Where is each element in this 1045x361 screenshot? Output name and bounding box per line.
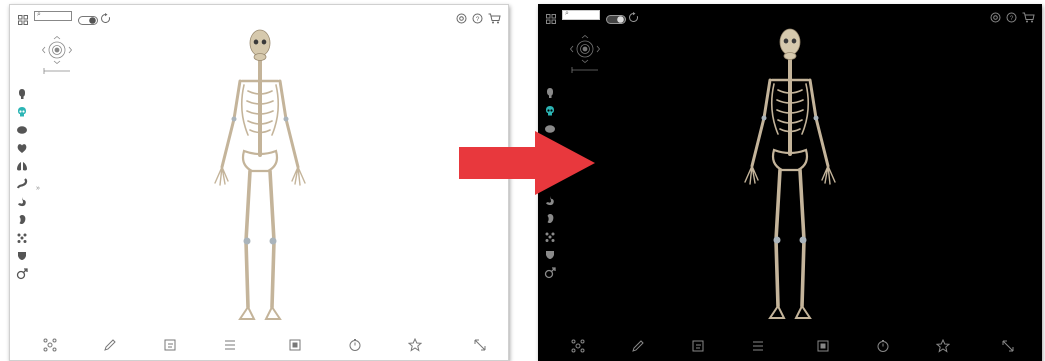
male-icon[interactable] bbox=[16, 267, 28, 280]
skeleton-3d-model[interactable] bbox=[200, 23, 320, 335]
skeleton-3d-model[interactable] bbox=[730, 22, 850, 334]
search-icon: ⌕ bbox=[565, 10, 569, 17]
kidney-icon[interactable] bbox=[544, 212, 556, 224]
svg-text:?: ? bbox=[476, 16, 480, 23]
lungs-icon[interactable] bbox=[16, 159, 28, 171]
heart-icon[interactable] bbox=[16, 141, 28, 153]
layers-icon[interactable] bbox=[803, 339, 843, 359]
transition-arrow-icon bbox=[459, 131, 595, 195]
view-navigation-control[interactable] bbox=[40, 35, 80, 77]
cart-icon[interactable] bbox=[1022, 10, 1035, 23]
help-icon[interactable]: ? bbox=[472, 11, 483, 24]
lymph-icon[interactable] bbox=[544, 230, 556, 242]
settings-icon[interactable] bbox=[456, 11, 467, 24]
explode-icon[interactable] bbox=[30, 338, 70, 358]
star-icon[interactable] bbox=[923, 339, 963, 359]
dark-mode-toggle-icon[interactable] bbox=[78, 12, 98, 25]
expand-icon[interactable] bbox=[988, 339, 1028, 359]
side-menu-expand-tab[interactable]: » bbox=[36, 185, 40, 192]
pelvis-icon[interactable] bbox=[544, 248, 556, 260]
lymph-icon[interactable] bbox=[16, 231, 28, 243]
dark-mode-toggle-icon[interactable] bbox=[606, 11, 626, 24]
cart-icon[interactable] bbox=[488, 11, 501, 24]
help-icon[interactable]: ? bbox=[1006, 10, 1017, 23]
star-icon[interactable] bbox=[395, 338, 435, 358]
pen-icon[interactable] bbox=[90, 338, 130, 358]
list-icon[interactable] bbox=[738, 339, 778, 359]
explode-icon[interactable] bbox=[558, 339, 598, 359]
stomach-icon[interactable] bbox=[16, 195, 28, 207]
pen-icon[interactable] bbox=[618, 339, 658, 359]
search-input[interactable]: ⌕ bbox=[562, 10, 600, 20]
stomach-icon[interactable] bbox=[544, 194, 556, 206]
layers-icon[interactable] bbox=[275, 338, 315, 358]
timer-icon[interactable] bbox=[863, 339, 903, 359]
kidney-icon[interactable] bbox=[16, 213, 28, 225]
settings-icon[interactable] bbox=[990, 10, 1001, 23]
expand-icon[interactable] bbox=[460, 338, 500, 358]
reset-icon[interactable] bbox=[628, 10, 639, 22]
grid-icon[interactable] bbox=[546, 11, 556, 24]
search-icon: ⌕ bbox=[37, 11, 41, 18]
reset-icon[interactable] bbox=[100, 11, 111, 23]
note-icon[interactable] bbox=[150, 338, 190, 358]
timer-icon[interactable] bbox=[335, 338, 375, 358]
head-icon[interactable] bbox=[544, 86, 556, 98]
view-navigation-control[interactable] bbox=[568, 34, 608, 76]
digestive-icon[interactable] bbox=[16, 177, 28, 189]
head-icon[interactable] bbox=[16, 87, 28, 99]
skull-icon[interactable] bbox=[544, 104, 556, 116]
list-icon[interactable] bbox=[210, 338, 250, 358]
bottom-toolbar bbox=[538, 339, 1042, 361]
grid-icon[interactable] bbox=[18, 12, 28, 25]
bottom-toolbar bbox=[10, 338, 508, 360]
pelvis-icon[interactable] bbox=[16, 249, 28, 261]
skull-icon[interactable] bbox=[16, 105, 28, 117]
search-input[interactable]: ⌕ bbox=[34, 11, 72, 21]
anatomy-app-light-mode: ⌕ ? » bbox=[9, 4, 509, 361]
male-icon[interactable] bbox=[544, 266, 556, 279]
note-icon[interactable] bbox=[678, 339, 718, 359]
svg-text:?: ? bbox=[1010, 15, 1014, 22]
brain-icon[interactable] bbox=[16, 123, 28, 135]
anatomy-app-dark-mode: ⌕ ? bbox=[538, 4, 1042, 361]
